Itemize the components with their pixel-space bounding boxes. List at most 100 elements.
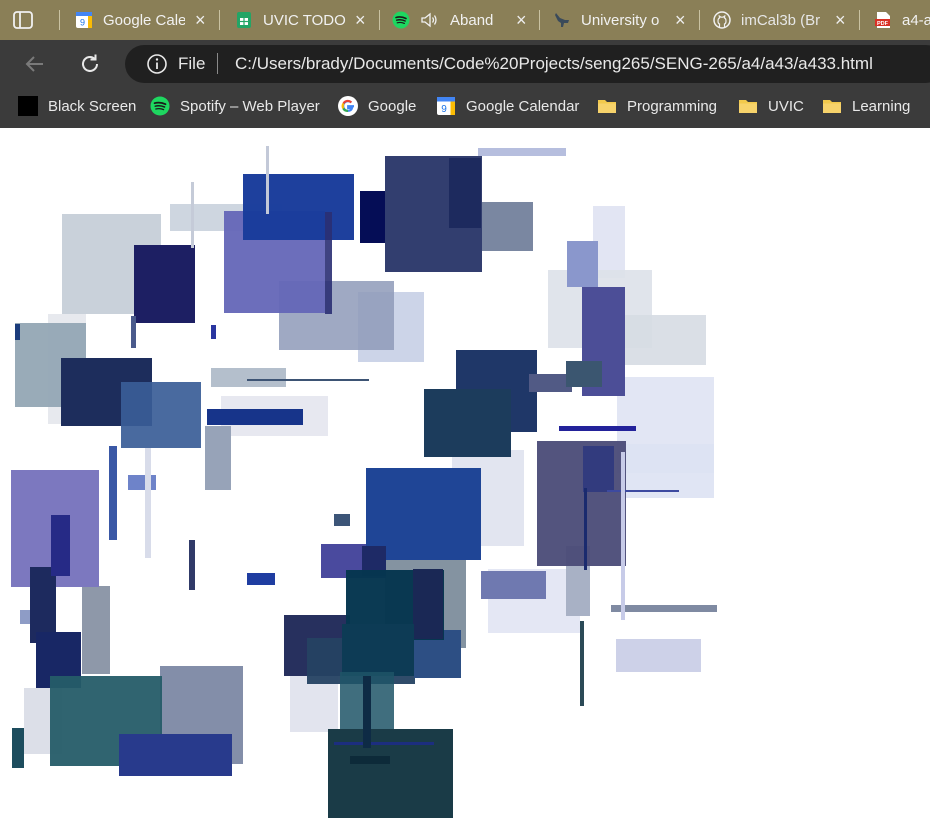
bookmark-label: Google Calendar <box>466 97 580 115</box>
bookmark-spotify[interactable]: Spotify – Web Player <box>150 95 320 117</box>
art-line <box>325 212 332 314</box>
bookmark-google[interactable]: Google <box>338 95 416 117</box>
art-rect <box>449 158 481 228</box>
art-rect <box>620 444 714 498</box>
art-line <box>15 324 20 340</box>
close-icon[interactable]: × <box>835 11 849 29</box>
folder-icon <box>739 100 757 113</box>
close-icon[interactable]: × <box>516 11 530 29</box>
bookmark-google-calendar[interactable]: 9 Google Calendar <box>436 95 579 117</box>
art-rect <box>478 148 566 156</box>
art-rect <box>243 174 354 240</box>
url-text[interactable]: C:/Users/brady/Documents/Code%20Projects… <box>235 53 873 75</box>
art-line <box>266 146 269 214</box>
black-square-icon <box>18 96 38 116</box>
art-rect <box>134 245 195 323</box>
tab-title: a4-a <box>902 11 930 29</box>
art-rect <box>12 728 24 768</box>
google-calendar-icon: 9 <box>437 97 455 115</box>
art-rect <box>334 514 350 526</box>
tab-separator <box>699 10 700 30</box>
bookmark-label: Programming <box>627 97 718 115</box>
art-line <box>363 676 371 748</box>
tab-google-calendar[interactable]: 9 Google Cale × <box>75 6 209 34</box>
art-line <box>584 488 587 570</box>
spotify-icon <box>392 11 410 29</box>
art-rect <box>611 605 717 612</box>
art-line <box>191 182 194 248</box>
info-icon[interactable] <box>146 53 168 75</box>
speaker-icon[interactable] <box>420 11 438 29</box>
art-rect <box>529 374 572 392</box>
art-line <box>350 756 390 764</box>
art-rect <box>342 624 414 676</box>
art-rect <box>119 734 232 776</box>
dinosaur-icon <box>555 13 569 27</box>
tab-separator <box>59 10 60 30</box>
bookmark-label: Black Screen <box>48 97 137 115</box>
close-icon[interactable]: × <box>195 11 209 29</box>
art-line <box>607 490 679 492</box>
folder-icon <box>598 100 616 113</box>
bookmark-black-screen[interactable]: Black Screen <box>18 95 136 117</box>
google-calendar-icon: 9 <box>76 12 92 28</box>
close-icon[interactable]: × <box>675 11 689 29</box>
art-rect <box>121 382 201 448</box>
art-rect <box>482 202 533 251</box>
svg-text:PDF: PDF <box>877 21 889 27</box>
svg-text:9: 9 <box>441 104 447 115</box>
tab-separator <box>859 10 860 30</box>
tab-title: Google Cale <box>103 11 185 29</box>
art-rect <box>30 567 56 643</box>
reload-icon[interactable] <box>78 52 102 76</box>
tab-bar: 9 Google Cale × UVIC TODO × Aband × Univ… <box>0 0 930 40</box>
art-line <box>621 452 625 620</box>
art-rect <box>567 241 598 287</box>
tab-uvic-todo[interactable]: UVIC TODO × <box>235 6 369 34</box>
tab-separator <box>219 10 220 30</box>
folder-icon <box>823 100 841 113</box>
art-line <box>189 540 195 590</box>
google-sheets-icon <box>237 12 251 28</box>
art-line <box>334 742 434 745</box>
tab-title: Aband <box>450 11 494 29</box>
tab-pdf[interactable]: PDF a4-a <box>874 6 930 34</box>
art-line <box>559 426 636 431</box>
bookmark-label: Learning <box>852 97 911 115</box>
close-icon[interactable]: × <box>355 11 369 29</box>
art-rect <box>247 573 275 585</box>
tab-separator <box>379 10 380 30</box>
rectangle-art <box>11 146 717 818</box>
svg-text:9: 9 <box>80 18 85 28</box>
spotify-icon <box>150 96 170 116</box>
tab-title: UVIC TODO <box>263 11 346 29</box>
art-line <box>211 325 216 339</box>
art-rect <box>566 361 602 387</box>
bookmark-learning[interactable]: Learning <box>822 95 910 117</box>
art-rect <box>413 569 443 639</box>
bookmark-uvic[interactable]: UVIC <box>738 95 804 117</box>
bookmark-label: Google <box>368 97 417 115</box>
tab-university[interactable]: University o × <box>553 6 689 34</box>
tab-title: University o <box>581 11 660 29</box>
bookmark-programming[interactable]: Programming <box>597 95 717 117</box>
pdf-icon: PDF <box>875 12 890 28</box>
tab-title: imCal3b (Br <box>741 11 821 29</box>
art-rect <box>424 389 511 457</box>
bookmark-label: UVIC <box>768 97 804 115</box>
art-rect <box>583 446 614 492</box>
bookmark-label: Spotify – Web Player <box>180 97 320 115</box>
tab-spotify[interactable]: Aband × <box>392 6 530 34</box>
tab-separator <box>539 10 540 30</box>
art-rect <box>82 586 110 674</box>
art-line <box>131 316 136 348</box>
art-rect <box>51 515 70 576</box>
github-icon <box>713 11 731 29</box>
tab-github[interactable]: imCal3b (Br × <box>713 6 849 34</box>
art-line <box>109 446 117 540</box>
page-canvas <box>0 128 930 818</box>
google-g-icon <box>338 96 358 116</box>
back-arrow-icon[interactable] <box>23 52 47 76</box>
tab-actions-icon[interactable] <box>12 9 34 31</box>
address-separator <box>217 53 218 74</box>
